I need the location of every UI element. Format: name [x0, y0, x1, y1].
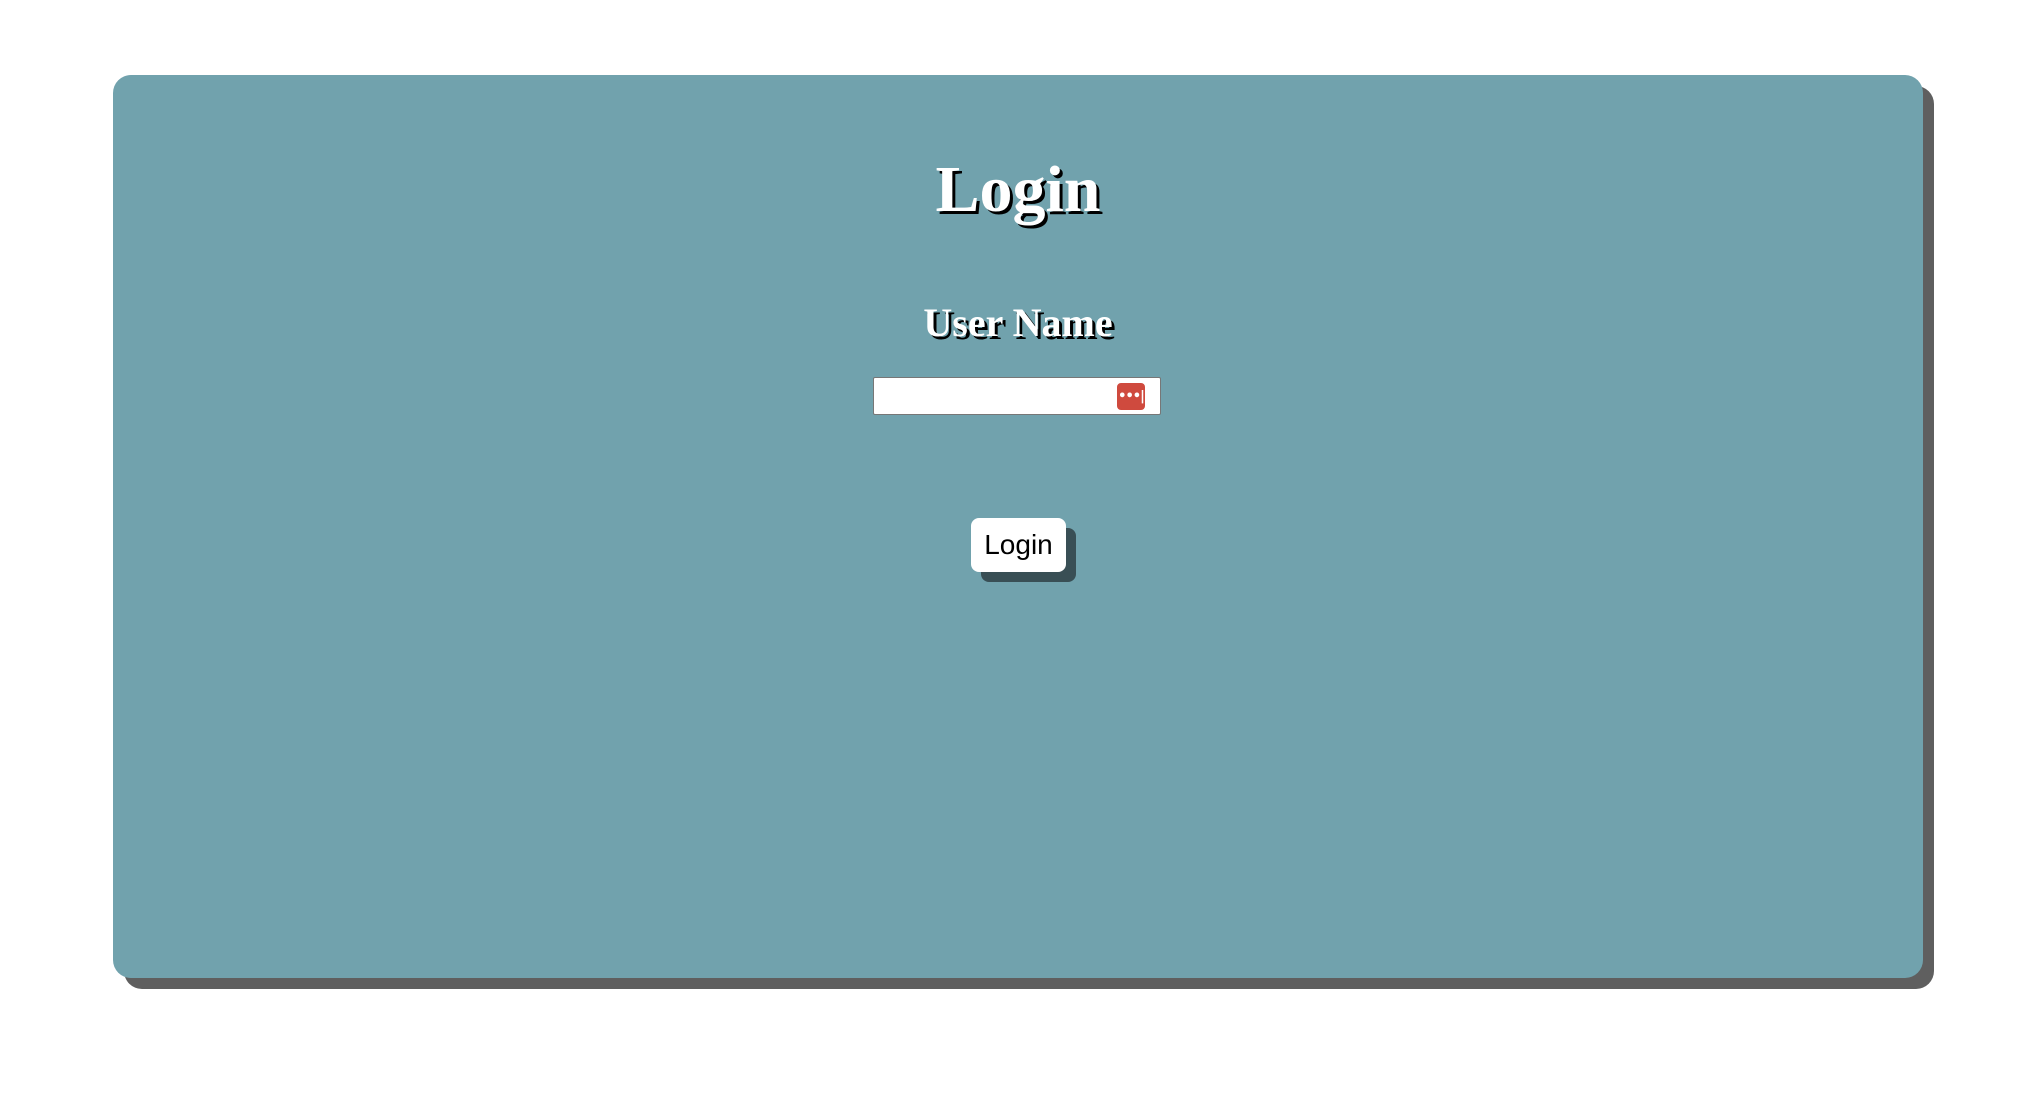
login-button[interactable]: Login	[971, 518, 1066, 572]
page-title: Login	[935, 153, 1101, 226]
username-label: User Name	[923, 300, 1113, 345]
login-card: Login User Name •••| Login	[113, 75, 1923, 978]
password-manager-icon[interactable]: •••|	[1117, 383, 1145, 410]
username-field-wrapper: •••|	[873, 377, 1161, 415]
